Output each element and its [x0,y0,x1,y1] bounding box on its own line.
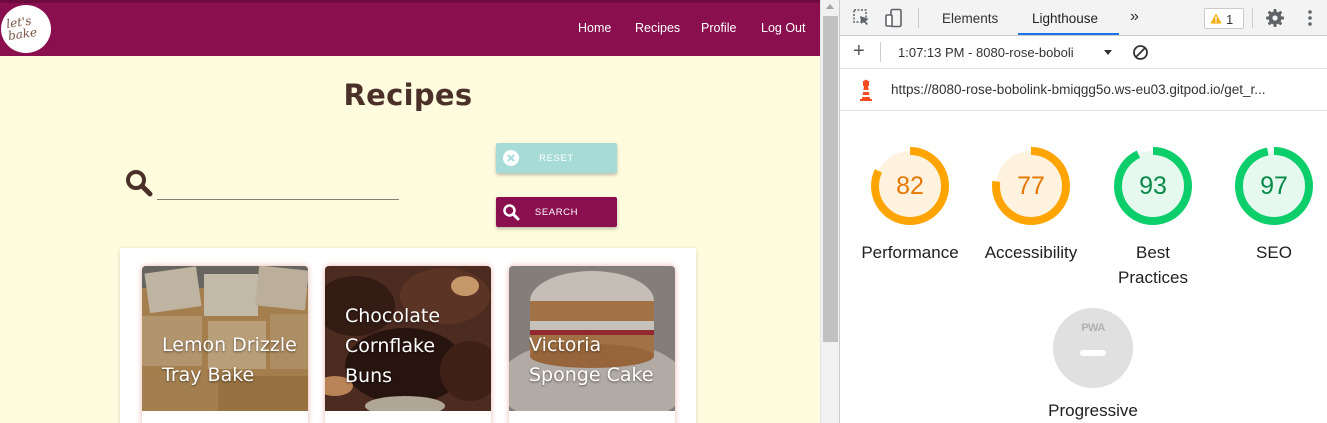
reset-button-label: RESET [539,153,574,164]
site-logo[interactable]: let's bake [1,5,51,53]
recipe-title-line: Lemon Drizzle [162,334,297,356]
gauge-score: 77 [1017,172,1045,200]
reset-button[interactable]: RESET [496,143,617,173]
devtools-panel: Elements Lighthouse » 1 + 1:07:13 PM - 8… [839,0,1327,423]
devtools-tabbar: Elements Lighthouse » 1 [840,0,1327,36]
active-tab-indicator [1018,33,1119,35]
warnings-badge[interactable]: 1 [1204,8,1244,29]
recipe-card[interactable]: Chocolate Cornflake Buns [325,266,491,423]
page-scrollbar[interactable] [820,0,839,423]
chevron-down-icon[interactable] [1104,50,1112,55]
gauge-label: SEO [1256,243,1292,262]
pwa-badge-icon[interactable]: PWA [1053,308,1133,388]
more-tabs-chevron-icon[interactable]: » [1130,8,1139,26]
report-url-bar: https://8080-rose-bobolink-bmiqgg5o.ws-e… [840,69,1327,111]
navbar: let's bake Home Recipes Profile Log Out [0,0,820,56]
logo-text: let's bake [5,13,38,43]
nav-profile-link[interactable]: Profile [701,21,736,35]
recipe-title-line: Victoria [529,334,602,356]
website-viewport: let's bake Home Recipes Profile Log Out … [0,0,820,423]
recipe-title-line: Sponge Cake [529,364,654,386]
clear-reports-icon[interactable] [1132,44,1149,61]
toolbar-divider [1252,8,1253,28]
search-icon [126,170,153,197]
recipe-title: Victoria Sponge Cake [529,330,654,390]
toolbar-divider [880,42,881,62]
pwa-dash [1080,350,1106,356]
more-options-icon[interactable] [1302,8,1318,28]
recipe-card[interactable]: Victoria Sponge Cake [509,266,675,423]
tab-lighthouse[interactable]: Lighthouse [1032,11,1098,26]
search-button-label: SEARCH [534,207,579,218]
recipe-title: Chocolate Cornflake Buns [345,301,440,391]
recipe-title-line: Tray Bake [162,364,255,386]
gear-icon[interactable] [1265,8,1285,28]
toolbar-divider [918,8,919,28]
recipe-title: Lemon Drizzle Tray Bake [162,330,297,390]
search-input[interactable] [157,168,399,200]
report-url[interactable]: https://8080-rose-bobolink-bmiqgg5o.ws-e… [891,82,1265,97]
gauge-score: 97 [1260,172,1288,200]
lighthouse-toolbar: + 1:07:13 PM - 8080-rose-boboli [840,36,1327,69]
warning-icon [1210,13,1222,24]
recipe-card[interactable]: Lemon Drizzle Tray Bake [142,266,308,423]
nav-recipes-link[interactable]: Recipes [635,21,680,35]
recipe-title-line: Buns [345,365,393,387]
inspect-element-icon[interactable] [852,8,872,28]
nav-logout-link[interactable]: Log Out [761,21,805,35]
gauge-score: 93 [1139,172,1167,200]
report-selector[interactable]: 1:07:13 PM - 8080-rose-boboli [898,45,1074,60]
pwa-label: Progressive [1048,401,1138,420]
warnings-count: 1 [1226,12,1234,27]
gauge-score: 82 [896,172,924,200]
search-button[interactable]: SEARCH [496,197,617,227]
tab-elements[interactable]: Elements [942,11,998,26]
page-title: Recipes [343,78,473,112]
scrollbar-thumb[interactable] [823,16,838,342]
lighthouse-logo-icon [860,79,872,101]
nav-home-link[interactable]: Home [578,21,611,35]
gauge-label: Performance [861,243,959,262]
gauge-label: Accessibility [984,243,1078,262]
pwa-badge-text: PWA [1081,322,1105,334]
recipe-title-line: Chocolate [345,305,441,327]
scroll-up-arrow-icon[interactable] [826,4,834,9]
gauge-label: Best Practices [1118,243,1188,287]
new-report-plus-icon[interactable]: + [853,40,865,63]
device-toolbar-icon[interactable] [884,8,904,28]
recipe-title-line: Cornflake [345,335,436,357]
